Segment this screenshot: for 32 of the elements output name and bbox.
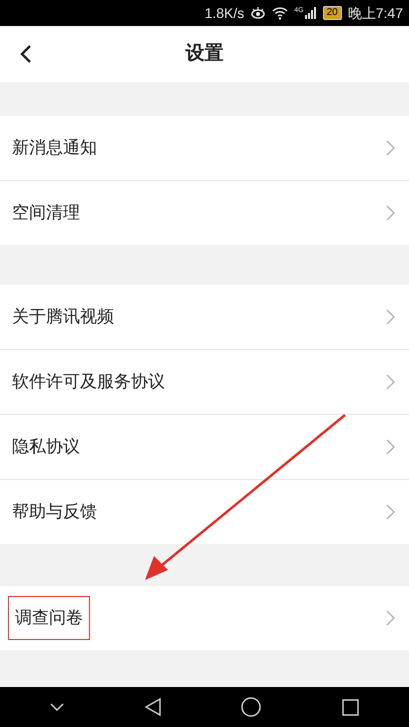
item-label: 调查问卷 [15, 607, 83, 630]
recent-square-icon[interactable] [342, 698, 359, 716]
chevron-icon [386, 205, 395, 221]
chevron-icon [386, 610, 395, 626]
chevron-icon [386, 504, 395, 520]
item-label: 软件许可及服务协议 [12, 371, 165, 394]
back-icon [20, 44, 32, 64]
settings-item[interactable]: 新消息通知 [12, 116, 409, 180]
home-circle-icon[interactable] [241, 697, 262, 717]
chevron-icon [386, 439, 395, 455]
item-label: 新消息通知 [12, 137, 97, 160]
settings-item[interactable]: 空间清理 [12, 181, 409, 245]
item-label: 关于腾讯视频 [12, 306, 114, 328]
item-label: 空间清理 [12, 202, 80, 224]
settings-item[interactable]: 软件许可及服务协议 [12, 350, 409, 414]
signal-icon [304, 7, 317, 19]
chevron-icon [386, 374, 395, 390]
chevron-down-icon[interactable] [50, 703, 64, 711]
chevron-icon [386, 140, 395, 156]
chevron-icon [386, 309, 395, 325]
eye-icon [250, 7, 266, 19]
wifi-icon [272, 6, 288, 20]
clock: 晚上7:47 [348, 4, 403, 22]
settings-item[interactable]: 帮助与反馈 [12, 480, 409, 544]
battery-level: 20 [322, 6, 342, 20]
back-triangle-icon[interactable] [144, 698, 161, 716]
item-label: 帮助与反馈 [12, 501, 97, 524]
settings-item[interactable]: 关于腾讯视频 [12, 285, 409, 349]
settings-item[interactable]: 隐私协议 [12, 415, 409, 479]
page-title: 设置 [186, 42, 224, 66]
network-speed: 1.8K/s [204, 4, 244, 22]
item-label: 隐私协议 [12, 436, 80, 458]
